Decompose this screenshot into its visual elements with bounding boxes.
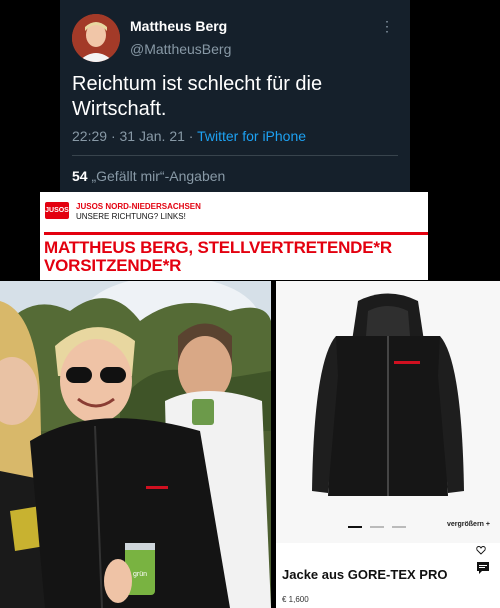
jusos-logo: JUSOS (45, 202, 69, 219)
user-handle[interactable]: @MattheusBerg (130, 41, 231, 57)
banner-slogan: UNSERE RICHTUNG? LINKS! (76, 212, 186, 221)
user-name[interactable]: Mattheus Berg (130, 18, 227, 34)
heart-icon[interactable] (476, 545, 486, 555)
zoom-button[interactable]: vergrößern + (447, 521, 490, 528)
jusos-banner: JUSOS JUSOS NORD-NIEDERSACHSEN UNSERE RI… (40, 192, 428, 280)
carousel-indicator[interactable] (348, 525, 418, 529)
tweet-card: Mattheus Berg @MattheusBerg ⋮ Reichtum i… (60, 0, 410, 192)
meta-separator: · (188, 128, 198, 144)
banner-divider (44, 232, 428, 235)
divider (72, 155, 398, 156)
group-photo: grün (0, 281, 271, 608)
likes-label: „Gefällt mir“-Angaben (91, 168, 226, 184)
avatar[interactable] (72, 14, 120, 62)
product-price: € 1,600 (282, 595, 309, 604)
tweet-meta: 22:29 · 31 Jan. 21 · Twitter for iPhone (72, 128, 306, 144)
more-vertical-icon[interactable]: ⋮ (380, 18, 394, 35)
likes-stat[interactable]: 54 „Gefällt mir“-Angaben (72, 168, 225, 184)
banner-org: JUSOS NORD-NIEDERSACHSEN (76, 202, 201, 211)
chat-icon[interactable] (476, 561, 490, 575)
meta-separator: · (110, 128, 120, 144)
product-name[interactable]: Jacke aus GORE-TEX PRO (282, 567, 447, 582)
banner-title: MATTHEUS BERG, STELLVERTRETENDE*R VORSIT… (44, 238, 392, 275)
tweet-time: 22:29 (72, 128, 108, 144)
likes-count: 54 (72, 168, 88, 184)
product-card: vergrößern + Jacke aus GORE-TEX PRO € 1,… (276, 281, 500, 608)
tweet-text: Reichtum ist schlecht für die Wirtschaft… (72, 73, 323, 120)
can-label: grün (133, 571, 147, 578)
tweet-source[interactable]: Twitter for iPhone (197, 128, 306, 144)
tweet-date[interactable]: 31 Jan. 21 (120, 128, 185, 144)
product-image[interactable] (276, 281, 500, 543)
